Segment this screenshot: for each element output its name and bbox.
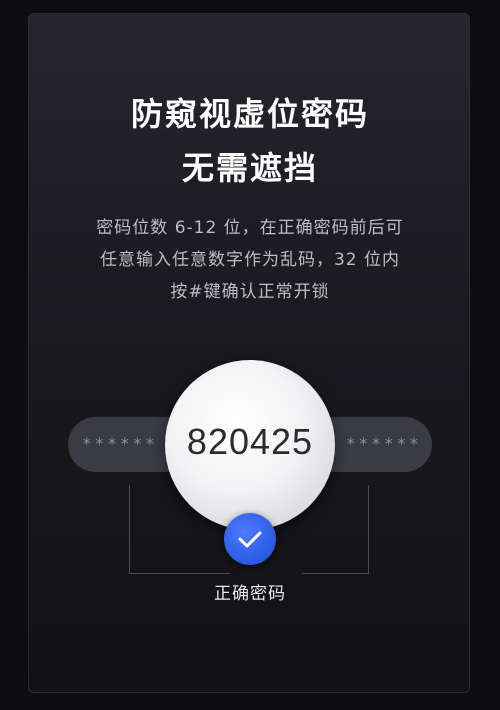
headline-line2: 无需遮挡 (181, 149, 318, 187)
description-line2: 任意输入任意数字作为乱码，32 位内 (99, 250, 401, 270)
description-line3: 按#键确认正常开锁 (170, 282, 330, 302)
masked-digits-left: ****** (82, 434, 158, 453)
masked-digits-right: ****** (346, 434, 422, 453)
correct-code: 820425 (186, 421, 314, 462)
headline-line1: 防窥视虚位密码 (130, 95, 369, 133)
check-badge (224, 513, 276, 565)
check-icon (238, 531, 262, 548)
correct-code-label: 正确密码 (214, 584, 286, 604)
description-line1: 密码位数 6-12 位，在正确密码前后可 (96, 218, 404, 238)
